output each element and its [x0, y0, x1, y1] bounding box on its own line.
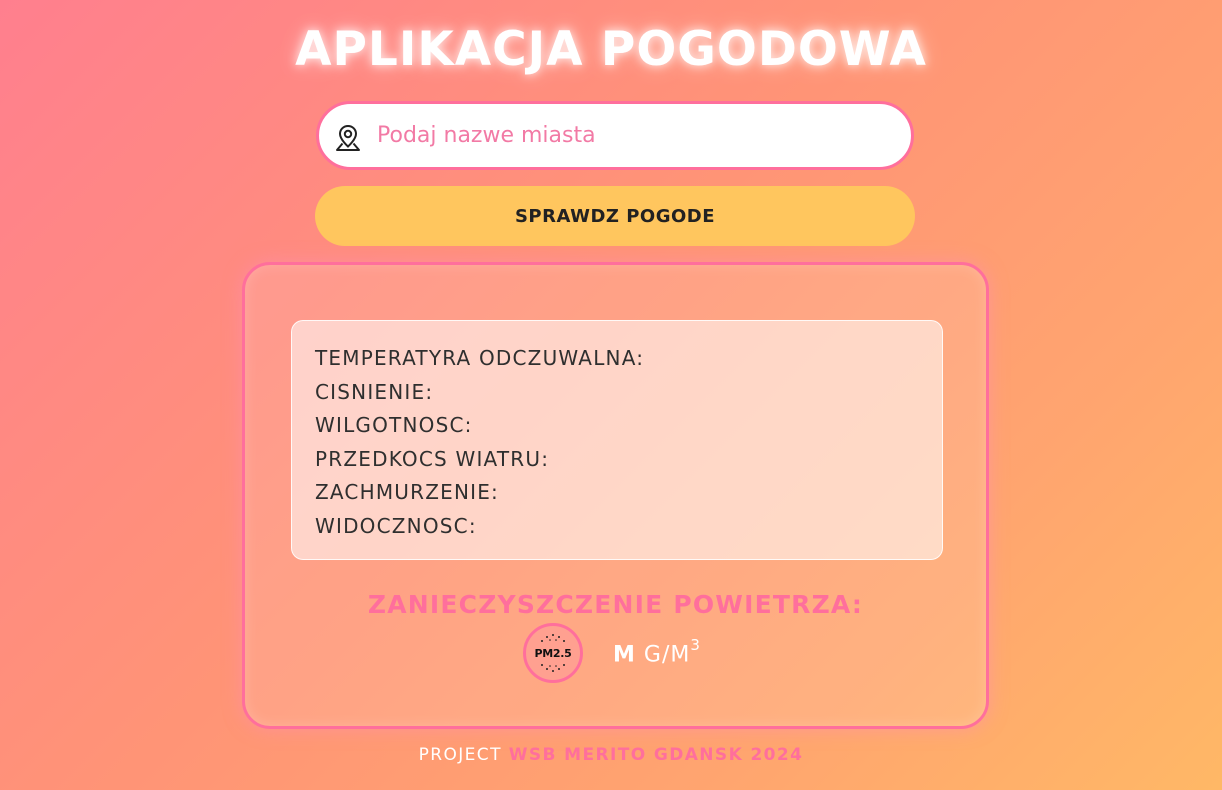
- info-row-wind-speed: PRZEDKOCS WIATRU:: [315, 443, 942, 477]
- info-row-humidity: WILGOTNOSC:: [315, 409, 942, 443]
- info-row-cloudiness: ZACHMURZENIE:: [315, 476, 942, 510]
- unit-prefix: M: [613, 642, 636, 668]
- info-label: ZACHMURZENIE:: [315, 480, 499, 505]
- city-search-input[interactable]: [377, 104, 887, 167]
- info-row-visibility: WIDOCZNOSC:: [315, 510, 942, 544]
- location-pin-icon: [335, 124, 361, 152]
- info-row-feels-like: TEMPERATYRA ODCZUWALNA:: [315, 342, 942, 376]
- weather-info-panel: TEMPERATYRA ODCZUWALNA: CISNIENIE: WILGO…: [291, 320, 943, 560]
- app-title: APLIKACJA POGODOWA: [295, 22, 927, 77]
- pm25-icon: PM2.5: [523, 623, 583, 683]
- info-label: WIDOCZNOSC:: [315, 513, 477, 538]
- info-label: TEMPERATYRA ODCZUWALNA:: [315, 346, 645, 370]
- unit-main: G/M: [643, 642, 691, 668]
- info-row-pressure: CISNIENIE:: [315, 376, 942, 410]
- info-label: WILGOTNOSC:: [315, 413, 473, 438]
- air-pollution-title: ZANIECZYSZCZENIE POWIETRZA:: [367, 590, 864, 619]
- pm25-value-unit: M G/M3: [613, 635, 701, 668]
- footer-prefix: PROJECT: [418, 745, 502, 765]
- info-label: PRZEDKOCS WIATRU:: [315, 446, 550, 471]
- weather-card: TEMPERATYRA ODCZUWALNA: CISNIENIE: WILGO…: [242, 262, 989, 729]
- info-label: CISNIENIE:: [315, 379, 434, 404]
- unit-superscript: 3: [690, 635, 701, 654]
- pm25-readout: PM2.5 M G/M3: [523, 622, 701, 684]
- city-search-box[interactable]: [316, 101, 914, 170]
- footer-accent: WSB MERITO GDANSK 2024: [508, 745, 804, 765]
- footer: PROJECT WSB MERITO GDANSK 2024: [0, 745, 1222, 765]
- check-weather-button[interactable]: SPRAWDZ POGODE: [315, 186, 915, 246]
